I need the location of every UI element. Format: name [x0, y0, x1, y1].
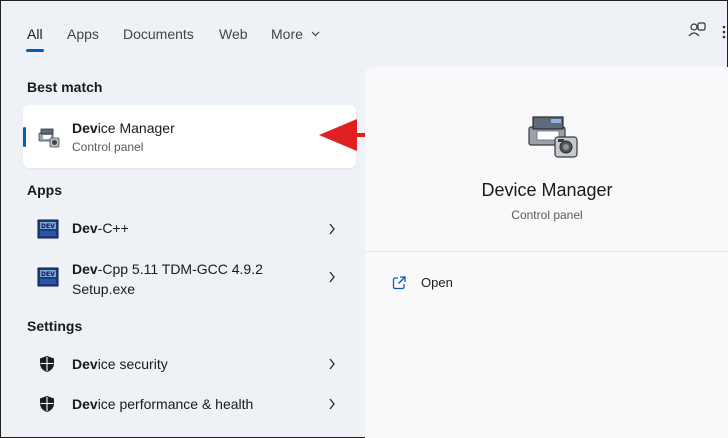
more-options-icon[interactable] — [719, 23, 728, 41]
best-match-title: Device Manager — [72, 120, 175, 136]
active-tab-indicator — [26, 49, 44, 52]
preview-pane: Device Manager Control panel Open — [365, 67, 728, 438]
preview-subtitle: Control panel — [511, 208, 583, 222]
open-label: Open — [421, 275, 453, 290]
tab-more-label: More — [271, 26, 303, 42]
tab-web[interactable]: Web — [219, 25, 248, 45]
chevron-right-icon[interactable] — [328, 223, 336, 235]
chevron-right-icon[interactable] — [328, 358, 336, 370]
section-best-match: Best match — [27, 79, 103, 95]
search-filter-tabs: All Apps Documents Web More — [1, 1, 728, 67]
setting-result-device-security[interactable]: Device security — [23, 345, 356, 383]
svg-text:DEV: DEV — [41, 223, 55, 230]
app-result-devcpp-setup[interactable]: DEV Dev-Cpp 5.11 TDM-GCC 4.9.2 Setup.exe — [23, 253, 356, 303]
selection-indicator — [23, 127, 26, 147]
setting-title: Device security — [72, 356, 168, 372]
tab-all[interactable]: All — [27, 25, 43, 45]
app-title: Dev-C++ — [72, 220, 129, 236]
section-settings: Settings — [27, 318, 83, 334]
app-title-line2: Setup.exe — [72, 281, 136, 297]
open-external-icon — [392, 276, 406, 290]
app-result-devcpp[interactable]: DEV Dev-C++ — [23, 209, 356, 249]
best-match-subtitle: Control panel — [72, 140, 144, 154]
best-match-result[interactable]: Device Manager Control panel — [23, 105, 356, 168]
tab-apps[interactable]: Apps — [67, 25, 99, 45]
chevron-right-icon[interactable] — [328, 271, 336, 283]
devcpp-app-icon: DEV — [37, 267, 59, 287]
chevron-down-icon — [311, 31, 320, 37]
windows-security-shield-icon — [40, 356, 54, 372]
section-apps: Apps — [27, 182, 62, 198]
device-manager-icon — [38, 128, 60, 148]
svg-text:DEV: DEV — [41, 271, 55, 278]
open-button[interactable]: Open — [389, 271, 489, 295]
devcpp-app-icon: DEV — [37, 219, 59, 239]
preview-title: Device Manager — [481, 180, 613, 200]
account-switch-icon[interactable] — [687, 21, 707, 41]
setting-result-device-performance[interactable]: Device performance & health — [23, 385, 356, 423]
tab-more[interactable]: More — [271, 25, 320, 45]
windows-security-shield-icon — [40, 396, 54, 412]
device-manager-icon — [528, 116, 578, 158]
tab-documents[interactable]: Documents — [123, 25, 194, 45]
divider — [365, 251, 728, 252]
chevron-right-icon[interactable] — [328, 398, 336, 410]
setting-title: Device performance & health — [72, 396, 254, 412]
search-window: All Apps Documents Web More Best match D… — [0, 0, 728, 438]
app-title: Dev-Cpp 5.11 TDM-GCC 4.9.2 — [72, 261, 263, 277]
